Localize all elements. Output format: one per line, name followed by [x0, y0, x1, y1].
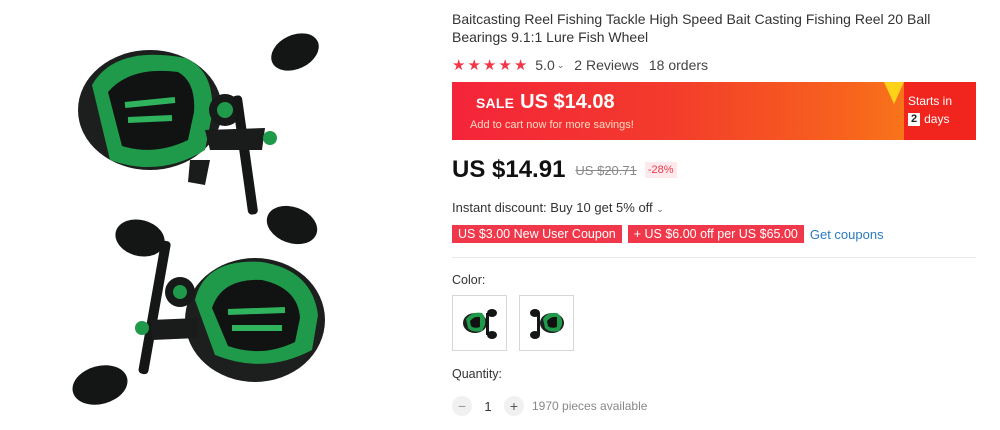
orders-count: 18 orders — [648, 57, 709, 73]
star-icon: ★ — [467, 56, 481, 74]
color-swatches — [452, 295, 976, 351]
color-label: Color: — [452, 273, 486, 287]
product-info: Baitcasting Reel Fishing Tackle High Spe… — [452, 10, 976, 417]
product-title: Baitcasting Reel Fishing Tackle High Spe… — [452, 11, 931, 45]
sale-price: US $14.08 — [520, 91, 615, 113]
star-icon: ★ — [513, 56, 528, 74]
sale-tag: SALE — [476, 95, 515, 111]
countdown-days: 2 days — [908, 112, 949, 126]
stock-available: 1970 pieces available — [532, 399, 648, 413]
quantity-label: Quantity: — [452, 367, 503, 381]
sale-subtitle: Add to cart now for more savings! — [470, 119, 634, 131]
reel-bottom-drawing — [72, 219, 325, 405]
banner-ribbon-icon — [884, 82, 904, 104]
color-option-green-right[interactable] — [452, 295, 507, 351]
coupon-row: US $3.00 New User Coupon + US $6.00 off … — [452, 224, 976, 244]
rating-stars[interactable]: ★ ★ ★ ★ ★ — [452, 58, 527, 73]
new-user-coupon[interactable]: US $3.00 New User Coupon — [452, 225, 622, 243]
chevron-down-icon: ⌄ — [656, 204, 664, 214]
divider — [452, 257, 976, 258]
reviews-link[interactable]: 2 Reviews — [574, 57, 639, 73]
get-coupons-link[interactable]: Get coupons — [810, 227, 884, 242]
reel-thumbnail-icon — [462, 309, 497, 339]
star-icon: ★ — [452, 56, 466, 74]
store-coupon[interactable]: + US $6.00 off per US $65.00 — [627, 225, 804, 243]
original-price: US $20.71 — [575, 162, 637, 178]
reel-top-drawing — [78, 33, 319, 245]
color-option-green-left[interactable] — [519, 295, 574, 351]
discount-badge: -28% — [644, 162, 677, 178]
instant-discount-text: Instant discount: Buy 10 get 5% off — [452, 200, 653, 215]
chevron-down-icon[interactable]: ⌄ — [557, 60, 565, 71]
reel-thumbnail-icon — [529, 309, 564, 339]
current-price: US $14.91 — [452, 156, 566, 183]
quantity-value[interactable]: 1 — [472, 399, 504, 414]
product-image[interactable] — [0, 0, 440, 430]
instant-discount[interactable]: Instant discount: Buy 10 get 5% off ⌄ — [452, 200, 976, 216]
star-icon: ★ — [482, 56, 497, 74]
countdown-panel — [904, 82, 976, 140]
increase-quantity-button[interactable]: + — [504, 396, 524, 416]
fishing-reel-image — [72, 33, 325, 405]
starts-in-label: Starts in — [908, 94, 953, 108]
star-icon: ★ — [498, 56, 512, 74]
quantity-stepper: − 1 + 1970 pieces available — [452, 395, 976, 417]
rating-value[interactable]: 5.0 — [535, 57, 554, 73]
decrease-quantity-button[interactable]: − — [452, 396, 472, 416]
price-row: US $14.91 US $20.71 -28% — [452, 156, 976, 184]
sale-banner: SALE US $14.08 Add to cart now for more … — [452, 82, 976, 140]
days-number: 2 — [908, 112, 921, 126]
days-word: days — [924, 112, 950, 126]
rating-row: ★ ★ ★ ★ ★ 5.0 ⌄ 2 Reviews 18 orders — [452, 56, 976, 74]
